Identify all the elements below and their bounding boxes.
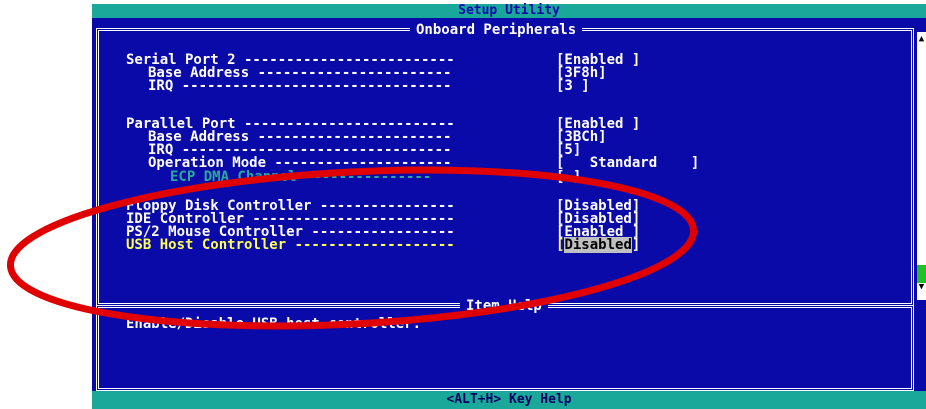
annotation-overlay [6, 166, 698, 330]
red-annotation-ellipse [6, 166, 698, 330]
